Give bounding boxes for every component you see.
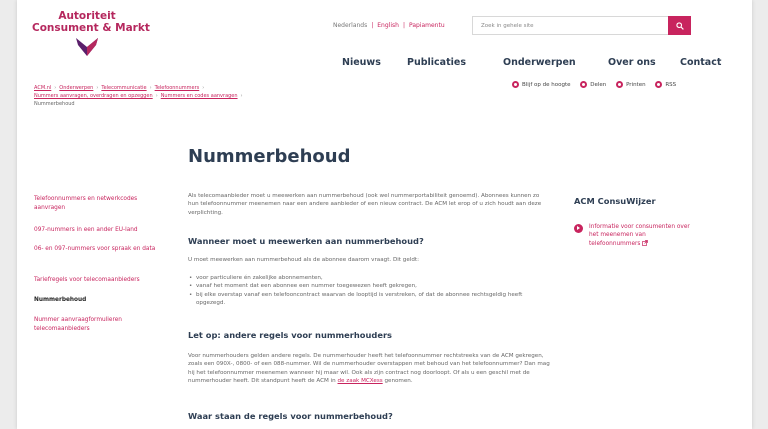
consuwijzer-link-label: Informatie voor consumenten over het mee… xyxy=(589,224,690,247)
search-button[interactable] xyxy=(668,16,691,35)
rss-label: RSS xyxy=(665,81,677,88)
arrow-right-icon xyxy=(574,224,583,233)
search-icon xyxy=(675,21,684,30)
mcxess-link[interactable]: de zaak MCXess xyxy=(338,378,383,384)
intro-paragraph: Als telecomaanbieder moet u meewerken aa… xyxy=(188,193,542,216)
section-heading: Waar staan de regels voor nummerbehoud? xyxy=(188,411,393,421)
breadcrumb-link[interactable]: Onderwerpen xyxy=(59,85,93,91)
lang-separator: | xyxy=(371,22,374,29)
share-bar: Blijf op de hoogte Delen Printen RSS xyxy=(512,81,684,90)
nav-publicaties[interactable]: Publicaties xyxy=(407,57,466,68)
breadcrumb-link[interactable]: ACM.nl xyxy=(34,85,51,91)
section-heading: Wanneer moet u meewerken aan nummerbehou… xyxy=(188,236,424,246)
print-link[interactable]: Printen xyxy=(616,81,646,88)
aside-title: ACM ConsuWijzer xyxy=(574,196,656,206)
paragraph: Voor nummerhouders gelden andere regels.… xyxy=(188,352,550,386)
acm-logo[interactable]: Autoriteit Consument & Markt xyxy=(32,10,150,56)
list-item: vanaf het moment dat een abonnee een num… xyxy=(188,282,548,291)
breadcrumb-link[interactable]: Telecommunicatie xyxy=(101,85,146,91)
sidebar-item[interactable]: 097-nummers in een ander EU-land xyxy=(34,226,156,235)
breadcrumb-separator: › xyxy=(54,85,57,91)
lang-pap[interactable]: Papiamentu xyxy=(409,22,445,29)
consuwijzer-link-text: Informatie voor consumenten over het mee… xyxy=(589,223,699,248)
share-icon xyxy=(580,81,588,88)
lang-separator: | xyxy=(402,22,405,29)
paragraph: U moet meewerken aan nummerbehoud als de… xyxy=(188,257,419,263)
nav-contact[interactable]: Contact xyxy=(680,57,721,68)
breadcrumb-separator: › xyxy=(240,93,243,99)
logo-line-1: Autoriteit xyxy=(58,10,116,22)
breadcrumb: ACM.nl › Onderwerpen › Telecommunicatie › Tele… xyxy=(34,84,454,108)
nav-over-ons[interactable]: Over ons xyxy=(608,57,656,68)
search-box xyxy=(472,16,691,35)
share-label: Delen xyxy=(590,81,607,88)
consuwijzer-box: ACM ConsuWijzer Informatie voor consumen… xyxy=(574,196,744,247)
follow-link[interactable]: Blijf op de hoogte xyxy=(512,81,571,88)
sidebar-item[interactable]: 06- en 097-nummers voor spraak en data xyxy=(34,245,156,254)
search-input[interactable] xyxy=(473,17,669,34)
list-item: bij elke overstap vanaf een telefooncont… xyxy=(188,291,548,308)
paragraph-text-end: genomen. xyxy=(384,378,413,385)
rss-icon xyxy=(655,81,663,88)
list-item: voor particuliere én zakelijke abonnemen… xyxy=(188,274,548,283)
lang-nl[interactable]: Nederlands xyxy=(333,22,367,29)
sidebar-item-active[interactable]: Nummerbehoud xyxy=(34,296,156,305)
follow-label: Blijf op de hoogte xyxy=(522,81,571,88)
breadcrumb-link[interactable]: Nummers en codes aanvragen xyxy=(161,93,238,99)
print-label: Printen xyxy=(626,81,646,88)
bell-icon xyxy=(512,81,519,88)
nav-onderwerpen[interactable]: Onderwerpen xyxy=(503,57,576,68)
sidebar-item[interactable]: Nummer aanvraagformulieren telecomaanbie… xyxy=(34,316,156,334)
print-icon xyxy=(616,81,624,88)
bullet-list: voor particuliere én zakelijke abonnemen… xyxy=(188,274,548,308)
breadcrumb-separator: › xyxy=(202,85,205,91)
sidebar-item[interactable]: Telefoonnummers en netwerkcodes aanvrage… xyxy=(34,195,156,213)
consuwijzer-link[interactable]: Informatie voor consumenten over het mee… xyxy=(574,223,744,248)
external-link-icon xyxy=(642,240,649,247)
logo-line-2: Consument & Markt xyxy=(32,22,150,34)
language-switcher: Nederlands | English | Papiamentu xyxy=(333,22,445,29)
breadcrumb-link[interactable]: Nummers aanvragen, overdragen en opzegge… xyxy=(34,93,153,99)
breadcrumb-separator: › xyxy=(149,85,152,91)
section-heading: Let op: andere regels voor nummerhouders xyxy=(188,330,392,340)
breadcrumb-separator: › xyxy=(155,93,158,99)
page: Autoriteit Consument & Markt Nederlands |… xyxy=(17,0,752,429)
breadcrumb-separator: › xyxy=(96,85,99,91)
page-title: Nummerbehoud xyxy=(188,146,351,167)
breadcrumb-link[interactable]: Telefoonnummers xyxy=(155,85,200,91)
sidebar-item[interactable]: Tariefregels voor telecomaanbieders xyxy=(34,276,156,285)
share-link[interactable]: Delen xyxy=(580,81,606,88)
lang-en[interactable]: English xyxy=(377,22,399,29)
rss-link[interactable]: RSS xyxy=(655,81,676,88)
nav-nieuws[interactable]: Nieuws xyxy=(342,57,381,68)
breadcrumb-current: Nummerbehoud xyxy=(34,101,75,107)
logo-mark-icon xyxy=(76,38,98,56)
